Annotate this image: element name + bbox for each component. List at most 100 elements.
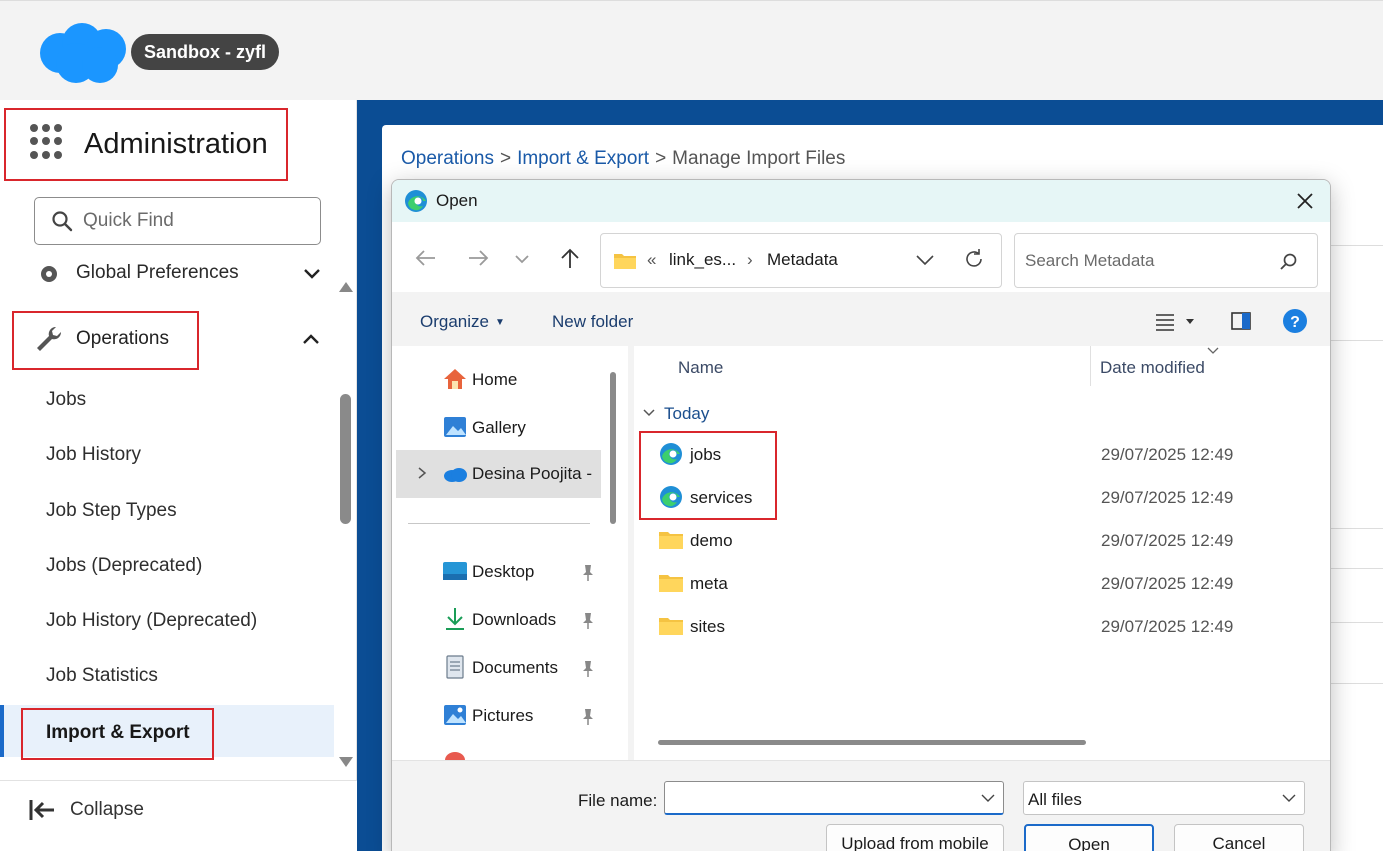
sidebar-item-jobs[interactable]: Jobs (46, 389, 86, 411)
close-icon[interactable] (1296, 192, 1314, 210)
file-name-input[interactable] (671, 788, 971, 810)
downloads-icon (446, 608, 464, 630)
file-name: demo (690, 531, 733, 550)
refresh-icon[interactable] (963, 248, 985, 270)
chevron-up-icon[interactable] (302, 330, 320, 348)
preview-pane-icon[interactable] (1230, 310, 1252, 332)
file-date: 29/07/2025 12:49 (1101, 488, 1234, 507)
address-crumb-current[interactable]: Metadata (767, 250, 838, 270)
file-type-select[interactable]: All files (1023, 781, 1305, 815)
collapse-label: Collapse (70, 799, 144, 820)
sidebar-item-global-preferences[interactable]: Global Preferences (0, 257, 335, 287)
sidebar-title: Administration (84, 128, 268, 160)
sidebar-item-operations[interactable]: Operations (76, 328, 169, 350)
nav-item-documents[interactable]: Documents (472, 658, 558, 678)
app-launcher-icon[interactable] (30, 124, 66, 160)
address-overflow[interactable]: « (647, 250, 656, 270)
back-arrow-icon[interactable] (414, 246, 438, 270)
organize-menu-button[interactable]: Organize ▼ (420, 312, 505, 332)
column-header-date-modified[interactable]: Date modified (1100, 358, 1205, 378)
group-header-today[interactable]: Today (664, 404, 709, 424)
scroll-up-arrow-icon[interactable] (339, 282, 353, 292)
nav-item-pictures[interactable]: Pictures (472, 706, 533, 726)
sidebar-item-job-step-types[interactable]: Job Step Types (46, 500, 177, 522)
collapse-button[interactable]: Collapse (0, 780, 357, 851)
search-icon[interactable] (1279, 252, 1299, 272)
quick-find-box[interactable] (34, 197, 321, 245)
chevron-down-icon[interactable] (915, 252, 935, 268)
home-icon (444, 369, 466, 389)
org-badge: Sandbox - zyfl (131, 34, 280, 70)
background-divider (1330, 340, 1383, 341)
nav-item-downloads[interactable]: Downloads (472, 610, 556, 630)
cancel-button[interactable]: Cancel (1174, 824, 1304, 851)
breadcrumb-current: Manage Import Files (672, 148, 846, 169)
organize-label: Organize (420, 312, 489, 331)
setup-sidebar: Administration Global Preferences Operat… (0, 100, 357, 851)
breadcrumb-separator: > (499, 148, 512, 169)
forward-arrow-icon[interactable] (466, 246, 490, 270)
svg-text:?: ? (1290, 314, 1300, 331)
address-bar[interactable]: « link_es... › Metadata (600, 233, 1002, 288)
sidebar-item-import-export[interactable]: Import & Export (46, 722, 190, 744)
breadcrumb: Operations > Import & Export > Manage Import… (401, 148, 845, 170)
sidebar-item-job-statistics[interactable]: Job Statistics (46, 665, 158, 687)
up-arrow-icon[interactable] (558, 246, 582, 270)
breadcrumb-link-operations[interactable]: Operations (401, 148, 494, 169)
column-separator[interactable] (1090, 346, 1091, 386)
chevron-down-icon[interactable] (981, 792, 995, 804)
pin-icon[interactable] (580, 660, 596, 678)
view-options-icon[interactable] (1154, 310, 1196, 334)
gallery-icon (444, 417, 466, 437)
sidebar-item-jobs-deprecated[interactable]: Jobs (Deprecated) (46, 555, 202, 577)
scroll-down-arrow-icon[interactable] (339, 757, 353, 767)
file-row[interactable]: sites 29/07/2025 12:49 (658, 608, 1318, 646)
address-separator: › (747, 250, 753, 269)
sidebar-item-job-history-deprecated[interactable]: Job History (Deprecated) (46, 610, 257, 632)
nav-pane-scrollbar-thumb[interactable] (610, 372, 616, 524)
file-name: sites (690, 617, 725, 636)
pictures-icon (444, 705, 466, 725)
horizontal-scrollbar-thumb[interactable] (658, 740, 1086, 745)
recent-locations-chevron-icon[interactable] (514, 246, 530, 270)
file-row[interactable]: meta 29/07/2025 12:49 (658, 565, 1318, 603)
file-row[interactable]: demo 29/07/2025 12:49 (658, 522, 1318, 560)
column-header-name[interactable]: Name (678, 358, 723, 378)
quick-find-input[interactable] (83, 208, 303, 234)
scrollbar-thumb[interactable] (340, 394, 351, 524)
sidebar-scrollbar[interactable] (336, 278, 356, 773)
chevron-down-icon[interactable] (303, 265, 321, 283)
help-icon[interactable]: ? (1282, 308, 1308, 334)
chevron-right-icon[interactable] (416, 466, 428, 480)
pin-icon[interactable] (580, 564, 596, 582)
onedrive-cloud-icon (444, 468, 467, 482)
caret-down-icon: ▼ (494, 317, 505, 329)
folder-icon (659, 618, 683, 635)
nav-item-label: Desina Poojita - (472, 464, 593, 483)
nav-item-home[interactable]: Home (472, 370, 517, 390)
nav-item-gallery[interactable]: Gallery (472, 418, 526, 438)
file-name: meta (690, 574, 728, 593)
file-name-combobox[interactable] (664, 781, 1004, 815)
highlight-box-files (639, 431, 777, 520)
nav-item-onedrive[interactable]: Desina Poojita - (396, 450, 601, 498)
search-input[interactable] (1025, 250, 1265, 272)
group-collapse-chevron-icon[interactable] (642, 408, 656, 418)
nav-item-desktop[interactable]: Desktop (472, 562, 534, 582)
file-date: 29/07/2025 12:49 (1101, 574, 1234, 593)
documents-icon (446, 655, 464, 679)
sort-chevron-icon (1207, 347, 1219, 354)
dialog-navigation-row: « link_es... › Metadata (392, 222, 1330, 292)
file-name-label: File name: (578, 791, 658, 810)
upload-from-mobile-button[interactable]: Upload from mobile (826, 824, 1004, 851)
sidebar-item-job-history[interactable]: Job History (46, 444, 141, 466)
address-crumb-parent[interactable]: link_es... (669, 250, 736, 270)
pin-icon[interactable] (580, 708, 596, 726)
new-folder-button[interactable]: New folder (552, 312, 633, 332)
search-box[interactable] (1014, 233, 1318, 288)
top-header: Sandbox - zyfl (0, 0, 1383, 100)
pin-icon[interactable] (580, 612, 596, 630)
breadcrumb-link-import-export[interactable]: Import & Export (517, 148, 649, 169)
open-button[interactable]: Open (1024, 824, 1154, 851)
nav-divider (408, 523, 590, 524)
